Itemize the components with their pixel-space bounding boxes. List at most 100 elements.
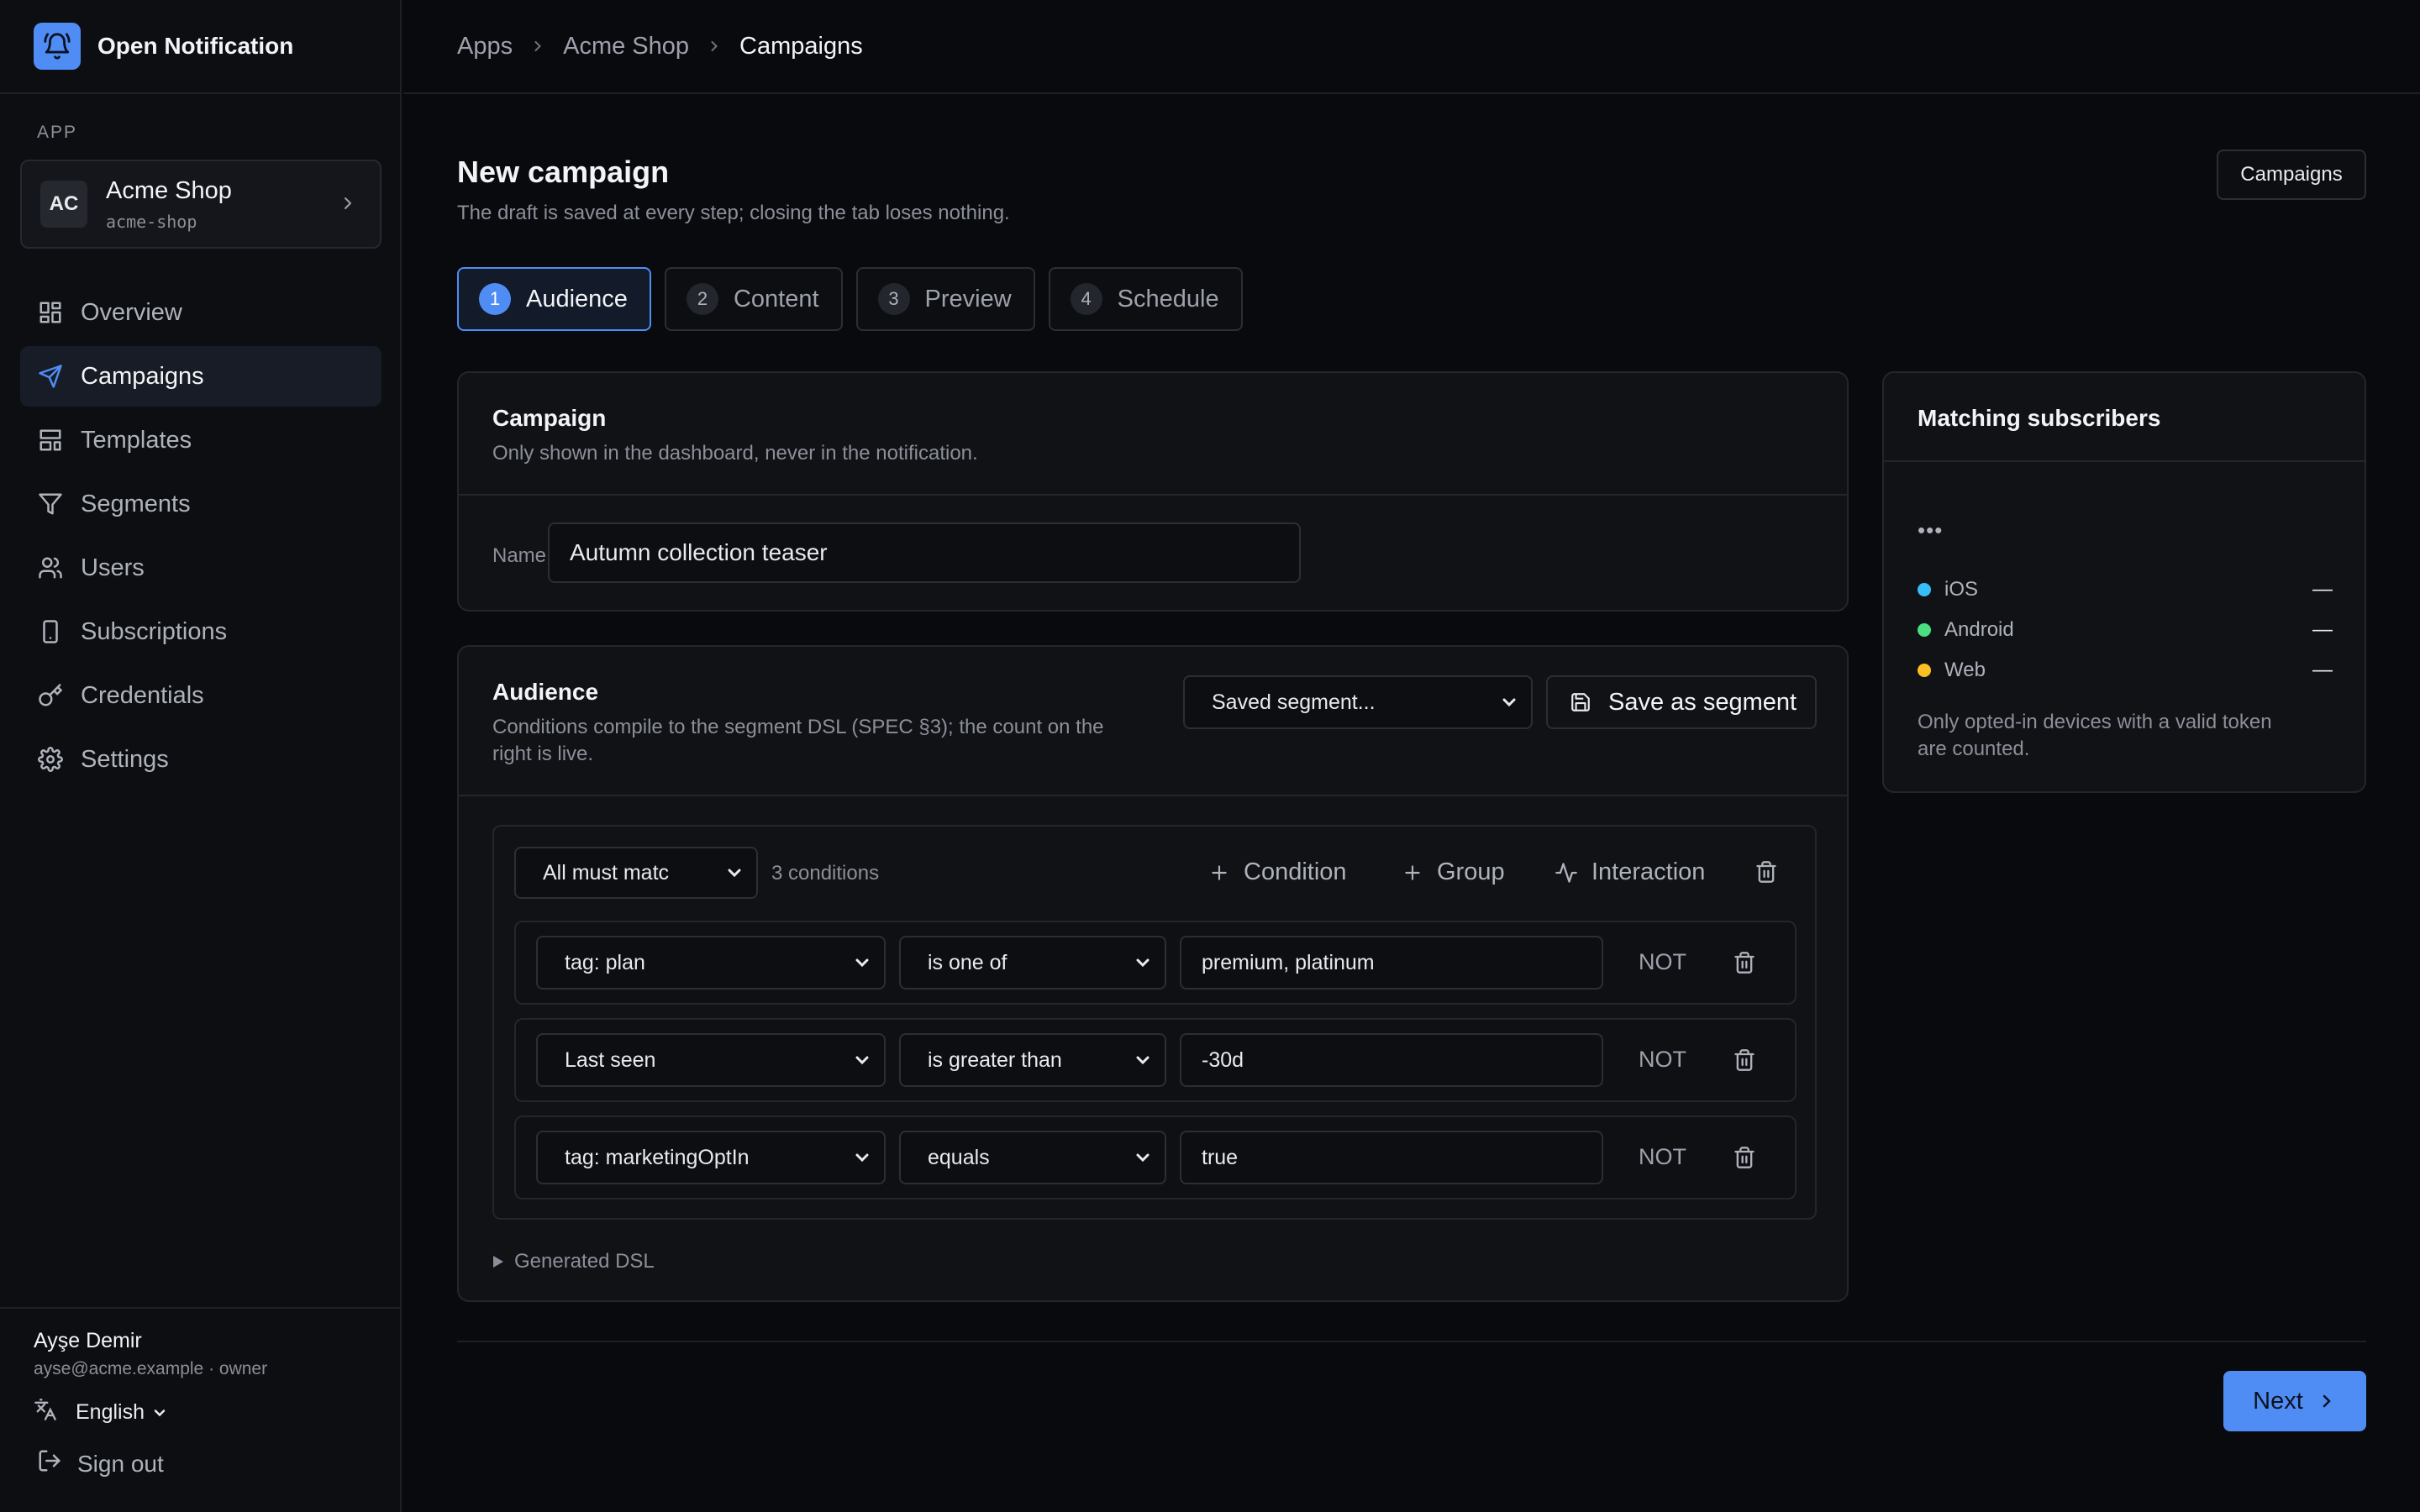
triangle-right-icon <box>492 1255 504 1268</box>
condition-field-select[interactable]: Last seen <box>536 1033 886 1087</box>
generated-dsl-toggle[interactable]: Generated DSL <box>492 1250 655 1273</box>
trash-icon <box>1733 1146 1756 1169</box>
step-audience[interactable]: 1 Audience <box>457 267 651 331</box>
trash-icon <box>1733 951 1756 974</box>
breadcrumb-current: Campaigns <box>739 32 863 60</box>
not-toggle[interactable]: NOT <box>1639 1144 1686 1170</box>
chevron-down-icon <box>1499 692 1519 718</box>
breadcrumb: Apps Acme Shop Campaigns <box>403 0 2420 94</box>
campaign-card: Campaign Only shown in the dashboard, ne… <box>457 371 1849 612</box>
sidebar-item-subscriptions[interactable]: Subscriptions <box>20 601 381 662</box>
sign-out-label: Sign out <box>77 1450 164 1477</box>
step-preview[interactable]: 3 Preview <box>855 267 1035 331</box>
sidebar-item-segments[interactable]: Segments <box>20 474 381 534</box>
sidebar: Open Notification APP AC Acme Shop acme-… <box>0 0 402 1512</box>
gear-icon <box>37 746 64 773</box>
platform-row-web: Web — <box>1918 659 2333 682</box>
sidebar-item-settings[interactable]: Settings <box>20 729 381 790</box>
plus-icon <box>1402 862 1423 884</box>
condition-operator-select[interactable]: is one of <box>899 936 1166 990</box>
platform-name: Web <box>1944 659 1986 681</box>
delete-condition-button[interactable] <box>1733 1146 1756 1169</box>
activity-icon <box>1555 861 1578 885</box>
sidebar-item-label: Subscriptions <box>81 617 228 645</box>
step-label: Content <box>733 285 819 312</box>
platform-name: iOS <box>1944 578 1979 601</box>
audience-card-subtitle: Conditions compile to the segment DSL (S… <box>492 716 1104 738</box>
plus-icon <box>1208 862 1230 884</box>
sidebar-item-label: Campaigns <box>81 362 204 390</box>
campaign-card-title: Campaign <box>492 405 607 431</box>
step-label: Schedule <box>1117 285 1219 312</box>
add-group-label: Group <box>1437 858 1505 885</box>
generated-dsl-label: Generated DSL <box>514 1250 655 1273</box>
chevron-down-icon <box>852 953 872 979</box>
brand-name: Open Notification <box>97 33 294 59</box>
user-name: Ayşe Demir <box>34 1329 142 1352</box>
language-label: English <box>76 1400 145 1424</box>
step-number: 4 <box>1070 283 1102 315</box>
save-icon <box>1570 691 1591 713</box>
condition-operator-select[interactable]: equals <box>899 1131 1166 1184</box>
step-label: Audience <box>526 285 628 312</box>
breadcrumb-apps[interactable]: Apps <box>457 33 513 60</box>
campaign-name-input[interactable]: Autumn collection teaser <box>548 522 1301 583</box>
condition-value-input[interactable]: true <box>1180 1131 1603 1184</box>
filter-icon <box>37 491 64 517</box>
section-label: APP <box>37 123 78 142</box>
save-as-segment-label: Save as segment <box>1608 688 1797 716</box>
matching-note-2: are counted. <box>1918 738 2030 760</box>
translate-icon <box>34 1398 57 1427</box>
sidebar-item-label: Templates <box>81 426 192 454</box>
add-condition-button[interactable]: Condition <box>1208 858 1347 886</box>
matching-note: Only opted-in devices with a valid token <box>1918 711 2272 733</box>
sidebar-item-label: Settings <box>81 745 169 773</box>
save-as-segment-button[interactable]: Save as segment <box>1546 675 1817 729</box>
match-mode-value: All must matc <box>543 860 670 885</box>
audience-card-title: Audience <box>492 679 599 705</box>
condition-value-input[interactable]: -30d <box>1180 1033 1603 1087</box>
condition-row: tag: marketingOptIn equals true NOT <box>514 1116 1797 1200</box>
sidebar-item-templates[interactable]: Templates <box>20 410 381 470</box>
sidebar-item-label: Credentials <box>81 681 204 709</box>
next-button[interactable]: Next <box>2223 1371 2366 1431</box>
audience-card: Audience Conditions compile to the segme… <box>457 645 1849 1302</box>
delete-condition-button[interactable] <box>1733 1048 1756 1072</box>
log-out-icon <box>37 1448 62 1479</box>
sidebar-item-label: Overview <box>81 298 182 326</box>
delete-condition-button[interactable] <box>1733 951 1756 974</box>
delete-group-button[interactable] <box>1754 860 1778 884</box>
condition-operator-value: is greater than <box>928 1047 1062 1072</box>
campaigns-button[interactable]: Campaigns <box>2217 150 2366 200</box>
sidebar-item-overview[interactable]: Overview <box>20 282 381 343</box>
step-schedule[interactable]: 4 Schedule <box>1048 267 1243 331</box>
platform-count: — <box>2312 578 2333 601</box>
saved-segment-value: Saved segment... <box>1212 690 1376 714</box>
chevron-down-icon <box>1133 1147 1153 1173</box>
sign-out-button[interactable]: Sign out <box>37 1448 164 1479</box>
saved-segment-select[interactable]: Saved segment... <box>1183 675 1533 729</box>
sidebar-item-credentials[interactable]: Credentials <box>20 665 381 726</box>
app-switcher[interactable]: AC Acme Shop acme-shop <box>20 160 381 249</box>
add-interaction-button[interactable]: Interaction <box>1555 858 1705 886</box>
condition-row: tag: plan is one of premium, platinum NO… <box>514 921 1797 1005</box>
match-mode-select[interactable]: All must matc <box>514 847 758 899</box>
not-toggle[interactable]: NOT <box>1639 949 1686 975</box>
not-toggle[interactable]: NOT <box>1639 1047 1686 1073</box>
condition-row: Last seen is greater than -30d NOT <box>514 1018 1797 1102</box>
step-content[interactable]: 2 Content <box>664 267 843 331</box>
breadcrumb-app[interactable]: Acme Shop <box>563 33 689 60</box>
condition-field-select[interactable]: tag: marketingOptIn <box>536 1131 886 1184</box>
condition-field-select[interactable]: tag: plan <box>536 936 886 990</box>
user-meta: ayse@acme.example · owner <box>34 1359 268 1378</box>
step-label: Preview <box>924 285 1012 312</box>
sidebar-item-users[interactable]: Users <box>20 538 381 598</box>
divider <box>459 494 1847 496</box>
sidebar-item-campaigns[interactable]: Campaigns <box>20 346 381 407</box>
condition-value-input[interactable]: premium, platinum <box>1180 936 1603 990</box>
condition-operator-select[interactable]: is greater than <box>899 1033 1166 1087</box>
add-group-button[interactable]: Group <box>1402 858 1505 886</box>
app-name: Acme Shop <box>106 176 232 204</box>
language-select[interactable]: English <box>34 1398 168 1427</box>
wizard-steps: 1 Audience 2 Content 3 Preview 4 Schedul… <box>457 267 1256 331</box>
